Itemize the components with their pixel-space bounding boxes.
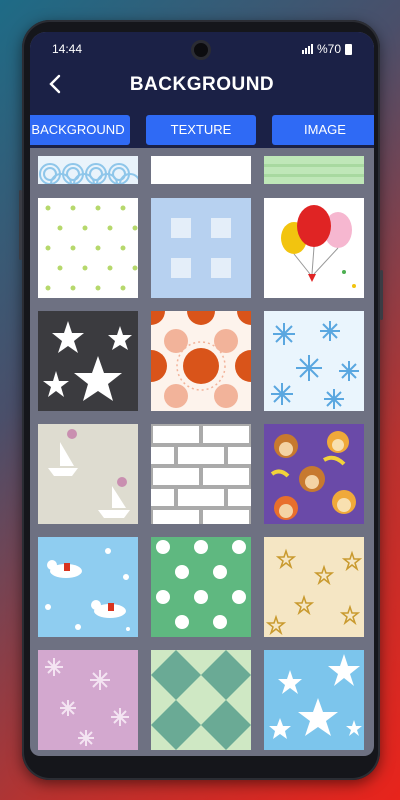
texture-tile-green-paper[interactable]: [264, 156, 364, 184]
texture-tile-gold-stars[interactable]: [264, 537, 364, 637]
volume-button: [19, 190, 22, 260]
texture-tile-blue-white-stars[interactable]: [264, 650, 364, 750]
front-camera: [191, 40, 211, 60]
page-title: BACKGROUND: [129, 74, 275, 95]
tab-bar: BACKGROUND TEXTURE IMAGE: [30, 106, 374, 152]
app-screen: 14:44 %70 BACKGROUND BACKGROUND TEXTURE …: [30, 32, 374, 756]
app-header: BACKGROUND: [30, 62, 374, 106]
texture-tile-green-dots[interactable]: [38, 198, 138, 298]
texture-grid: [30, 156, 374, 756]
texture-tile-orange-circles[interactable]: [151, 311, 251, 411]
tab-background[interactable]: BACKGROUND: [30, 115, 130, 145]
texture-tile-white-bricks[interactable]: [151, 424, 251, 524]
status-bar: 14:44 %70: [30, 32, 374, 62]
tab-image[interactable]: IMAGE: [272, 115, 374, 145]
battery-percent: %70: [316, 42, 341, 56]
texture-tile-blue-gingham[interactable]: [151, 198, 251, 298]
signal-icon: [301, 44, 313, 54]
tab-texture[interactable]: TEXTURE: [146, 115, 256, 145]
texture-tile-blue-snowflakes[interactable]: [264, 311, 364, 411]
texture-tile-reindeer-snow[interactable]: [38, 537, 138, 637]
texture-tile-dark-stars[interactable]: [38, 311, 138, 411]
texture-tile-monkeys[interactable]: [264, 424, 364, 524]
texture-tile-green-polka-dots[interactable]: [151, 537, 251, 637]
texture-tile-sailboats[interactable]: [38, 424, 138, 524]
status-time: 14:44: [52, 42, 83, 56]
texture-tile-green-diamonds[interactable]: [151, 650, 251, 750]
power-button: [380, 270, 383, 320]
battery-icon: [345, 43, 352, 55]
texture-tile-white-plain[interactable]: [151, 156, 251, 184]
texture-tile-pink-snowflakes[interactable]: [38, 650, 138, 750]
texture-tile-blue-waves[interactable]: [38, 156, 138, 184]
texture-tile-balloons[interactable]: [264, 198, 364, 298]
